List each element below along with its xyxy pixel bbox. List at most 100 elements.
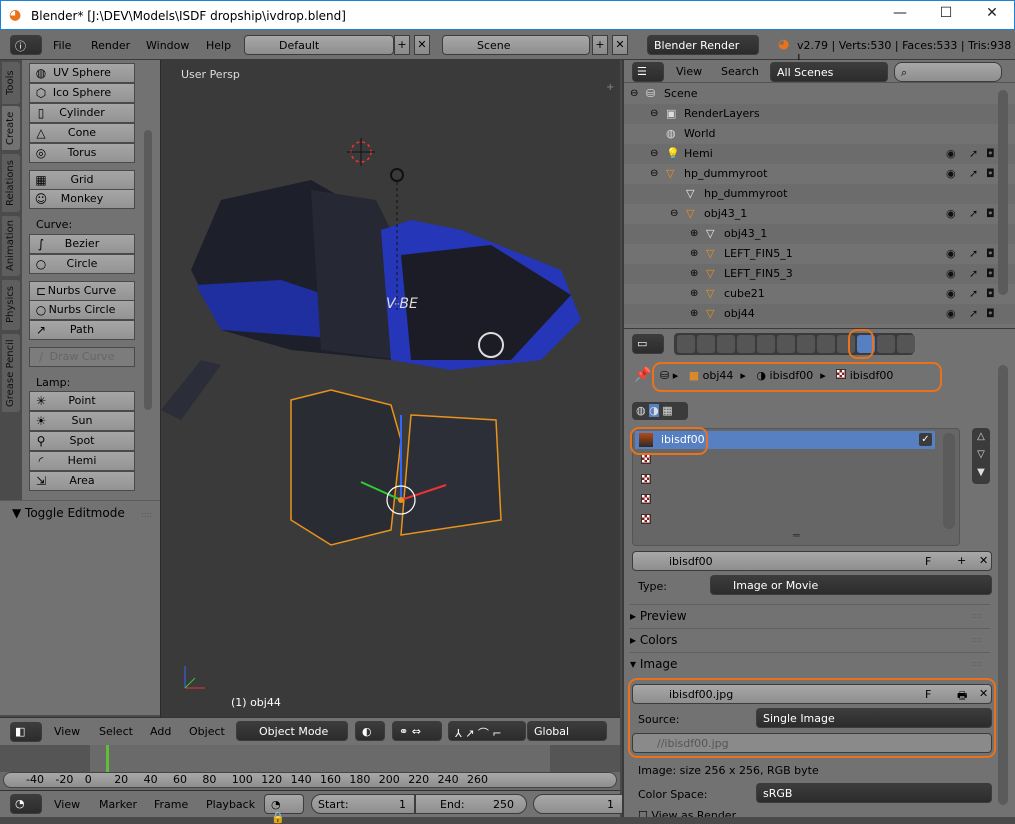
viewport-shading-selector[interactable]: ◐ — [355, 721, 385, 741]
add-nurbs-curve-button[interactable]: ⊏ Nurbs Curve — [29, 281, 135, 301]
outliner-row[interactable]: ⊕ ▽ cube21 ◉ ➚ ◘ — [624, 284, 1015, 304]
eye-icon[interactable]: ◉ — [946, 144, 956, 164]
outliner-item-label[interactable]: World — [684, 124, 716, 144]
slot-move-buttons[interactable]: △ ▽ ▼ — [972, 428, 990, 484]
add-scene-button[interactable]: + — [592, 35, 608, 55]
texture-context-selector[interactable]: ◍ ◑ ▦ — [632, 402, 688, 420]
add-nurbs-circle-button[interactable]: ○ Nurbs Circle — [29, 300, 135, 320]
outliner-item-label[interactable]: obj43_1 — [724, 224, 767, 244]
select-arrow-icon[interactable]: ➚ — [969, 284, 978, 304]
menu-help[interactable]: Help — [206, 39, 231, 52]
add-bezier-button[interactable]: ∫ Bezier — [29, 234, 135, 254]
add-torus-button[interactable]: ◎ Torus — [29, 143, 135, 163]
drag-grip-icon[interactable]: :::: — [141, 510, 152, 519]
list-resize-handle[interactable]: ═ — [793, 529, 800, 542]
expand-toggle-icon[interactable]: ⊕ — [690, 264, 698, 284]
add-cone-button[interactable]: △ Cone — [29, 123, 135, 143]
outliner-row[interactable]: ▽ hp_dummyroot — [624, 184, 1015, 204]
menu-render[interactable]: Render — [91, 39, 130, 52]
empty-slot-icon[interactable] — [641, 494, 651, 504]
add-circle-button[interactable]: ○ Circle — [29, 254, 135, 274]
select-arrow-icon[interactable]: ➚ — [969, 304, 978, 324]
menu-select[interactable]: Select — [99, 725, 133, 738]
outliner-item-label[interactable]: RenderLayers — [684, 104, 760, 124]
render-camera-icon[interactable]: ◘ — [986, 244, 995, 264]
breadcrumb-material[interactable]: ibisdf00 — [770, 369, 814, 382]
outliner-item-label[interactable]: obj43_1 — [704, 204, 747, 224]
preview-panel-header[interactable]: ▸ Preview:::: — [630, 604, 990, 626]
draw-curve-button[interactable]: / Draw Curve — [29, 347, 135, 367]
add-ico-sphere-button[interactable]: ⬡ Ico Sphere — [29, 83, 135, 103]
tab-constraints-icon[interactable] — [777, 335, 795, 353]
unlink-image-icon[interactable]: ✕ — [979, 687, 988, 700]
outliner-item-label[interactable]: Hemi — [684, 144, 713, 164]
tab-scene-icon[interactable] — [717, 335, 735, 353]
end-frame-field[interactable]: End: 250 — [415, 794, 527, 814]
expand-toggle-icon[interactable]: ⊕ — [690, 224, 698, 244]
color-space-selector[interactable]: sRGB — [756, 783, 992, 803]
outliner-row[interactable]: ⊕ ▽ LEFT_FIN5_1 ◉ ➚ ◘ — [624, 244, 1015, 264]
colors-panel-header[interactable]: ▸ Colors:::: — [630, 628, 990, 650]
unlink-texture-icon[interactable]: ✕ — [979, 554, 988, 567]
timeline[interactable]: -40 -20 0 20 40 60 80 100 120 140 160 180 200 220 240 2… — [0, 745, 620, 790]
add-path-button[interactable]: ↗ Path — [29, 320, 135, 340]
render-camera-icon[interactable]: ◘ — [986, 164, 995, 184]
menu-frame[interactable]: Frame — [154, 798, 188, 811]
tab-modifiers-icon[interactable] — [797, 335, 815, 353]
delete-scene-button[interactable]: ✕ — [612, 35, 628, 55]
outliner-item-label[interactable]: hp_dummyroot — [684, 164, 767, 184]
add-point-lamp-button[interactable]: ✳ Point — [29, 391, 135, 411]
maximize-button[interactable]: ☐ — [923, 5, 969, 27]
toggle-editmode-panel-header[interactable]: ▼ Toggle Editmode — [12, 506, 125, 520]
render-engine-selector[interactable]: Blender Render — [647, 35, 759, 55]
outliner-item-label[interactable]: cube21 — [724, 284, 765, 304]
outliner-search-input[interactable]: ⌕ — [894, 62, 1002, 82]
current-frame-cursor[interactable] — [106, 745, 109, 772]
select-arrow-icon[interactable]: ➚ — [969, 164, 978, 184]
image-fake-user-button[interactable]: F — [925, 688, 931, 701]
tab-particles-icon[interactable] — [877, 335, 895, 353]
outliner-item-label[interactable]: hp_dummyroot — [704, 184, 787, 204]
outliner-row[interactable]: ⊖ ▽ hp_dummyroot ◉ ➚ ◘ — [624, 164, 1015, 184]
outliner-item-label[interactable]: LEFT_FIN5_1 — [724, 244, 793, 264]
tab-world-icon[interactable] — [737, 335, 755, 353]
menu-view[interactable]: View — [676, 65, 702, 78]
select-arrow-icon[interactable]: ➚ — [969, 144, 978, 164]
add-area-lamp-button[interactable]: ⇲ Area — [29, 471, 135, 491]
tab-animation[interactable]: Animation — [2, 216, 20, 276]
editor-type-info-icon[interactable]: ⓘ — [10, 35, 42, 55]
add-monkey-button[interactable]: ☺ Monkey — [29, 189, 135, 209]
frame-ruler[interactable]: -40 -20 0 20 40 60 80 100 120 140 160 180 200 220 240 2… — [3, 772, 617, 788]
preview-range-lock[interactable]: ◔ 🔒 — [264, 794, 304, 824]
add-layout-button[interactable]: + — [394, 35, 410, 55]
render-camera-icon[interactable]: ◘ — [986, 264, 995, 284]
menu-view[interactable]: View — [54, 725, 80, 738]
expand-toggle-icon[interactable]: ⊕ — [690, 304, 698, 324]
tab-data-icon[interactable] — [817, 335, 835, 353]
expand-toggle-icon[interactable]: ⊕ — [690, 244, 698, 264]
eye-icon[interactable]: ◉ — [946, 164, 956, 184]
delete-layout-button[interactable]: ✕ — [414, 35, 430, 55]
expand-toggle-icon[interactable]: ⊖ — [650, 144, 658, 164]
tab-render-icon[interactable] — [677, 335, 695, 353]
tab-relations[interactable]: Relations — [2, 154, 20, 212]
breadcrumb-object[interactable]: obj44 — [703, 369, 734, 382]
tab-create[interactable]: Create — [2, 106, 20, 150]
select-arrow-icon[interactable]: ➚ — [969, 244, 978, 264]
menu-file[interactable]: File — [53, 39, 71, 52]
outliner-row[interactable]: ⊕ ▽ obj43_1 — [624, 224, 1015, 244]
expand-properties-icon[interactable]: + — [606, 82, 614, 93]
expand-toggle-icon[interactable]: ⊖ — [630, 84, 638, 104]
current-frame-field[interactable]: 1 — [533, 794, 623, 814]
outliner-row[interactable]: ⊖ ▽ obj43_1 ◉ ➚ ◘ — [624, 204, 1015, 224]
minimize-button[interactable]: — — [877, 5, 923, 27]
outliner-row[interactable]: ⊖ ⛁ Scene — [624, 84, 1015, 104]
new-texture-icon[interactable]: + — [957, 554, 966, 567]
screen-layout-selector[interactable]: Default — [244, 35, 394, 55]
transform-orientation-selector[interactable]: Global — [527, 721, 607, 741]
outliner-row[interactable]: ⊖ ▣ RenderLayers — [624, 104, 1015, 124]
empty-slot-icon[interactable] — [641, 514, 651, 524]
image-source-selector[interactable]: Single Image — [756, 708, 992, 728]
select-arrow-icon[interactable]: ➚ — [969, 204, 978, 224]
add-cylinder-button[interactable]: ▯ Cylinder — [29, 103, 135, 123]
